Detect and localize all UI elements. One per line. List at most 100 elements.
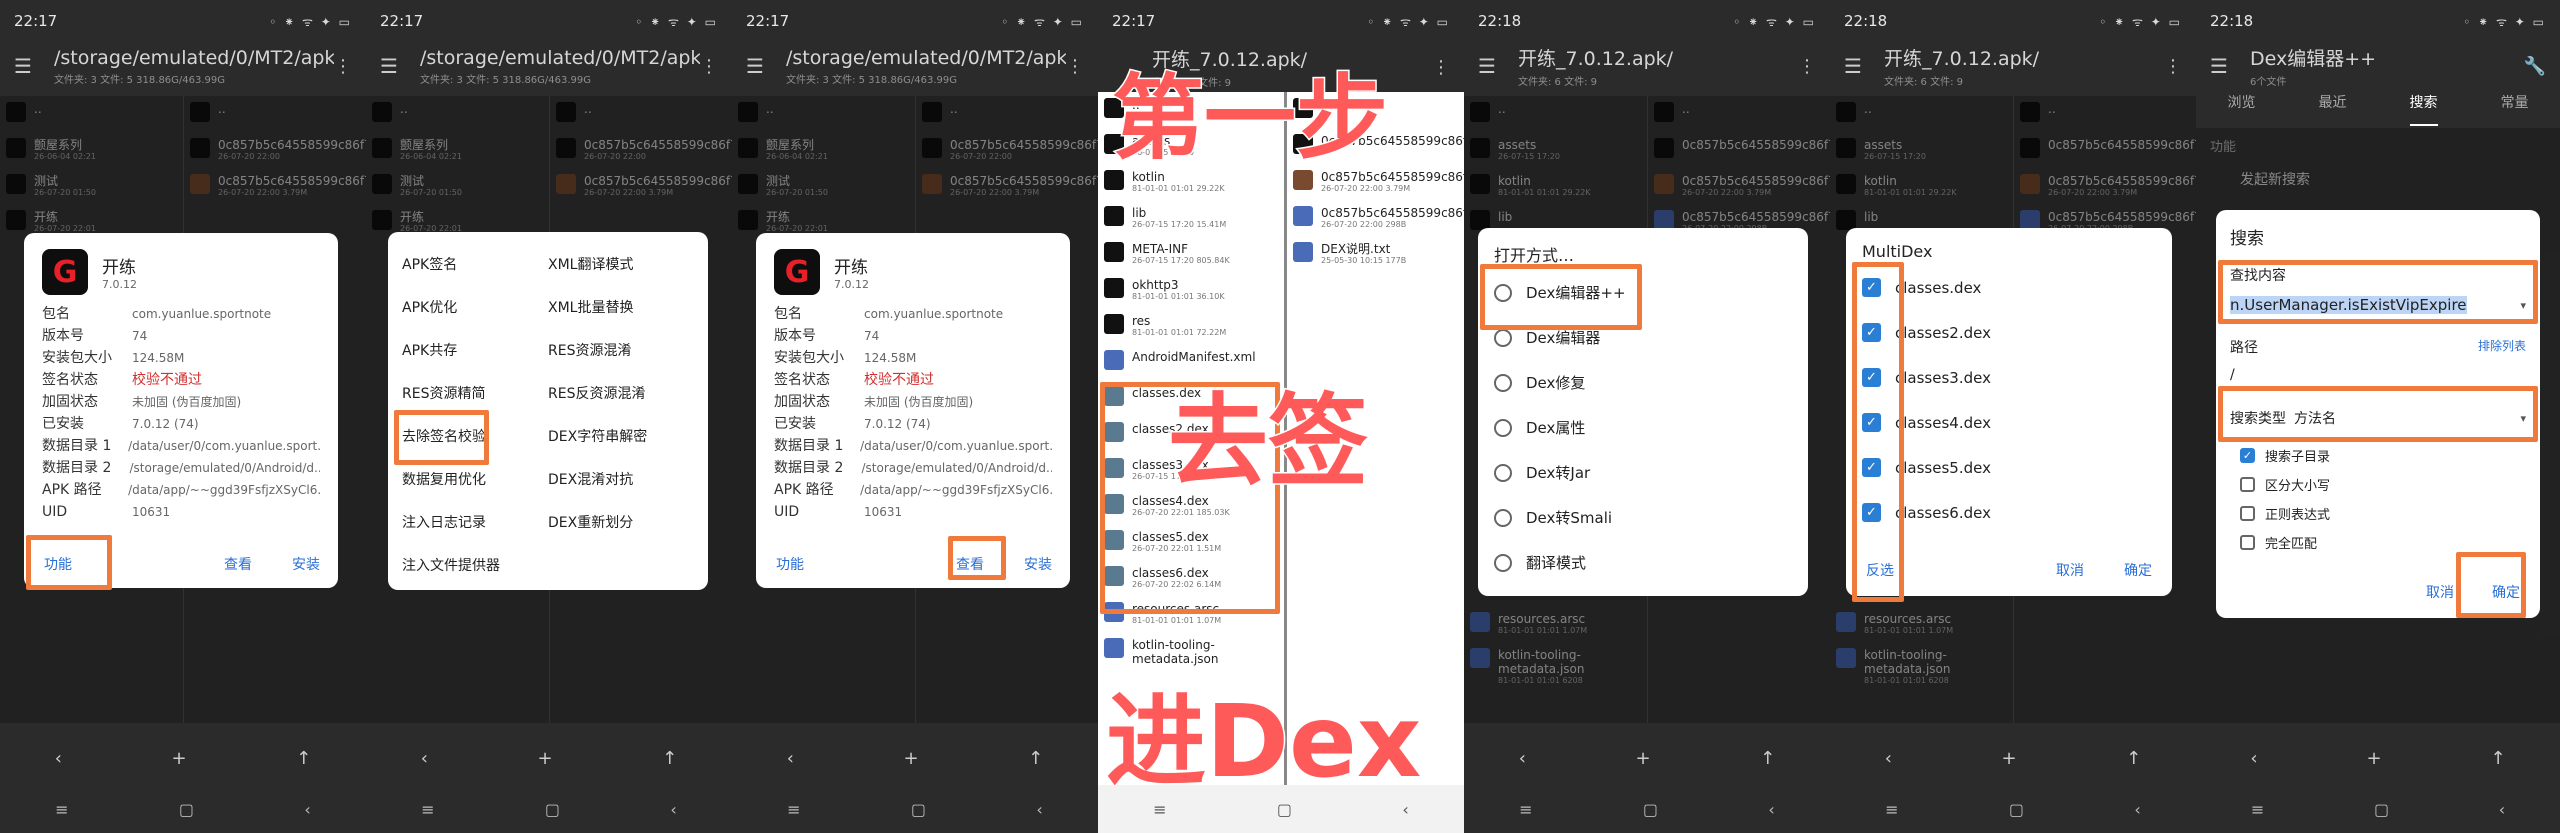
menu-item[interactable]: 注入日志记录 <box>402 500 548 543</box>
menu-item[interactable]: RES资源精简 <box>402 371 548 414</box>
nav-menu-icon[interactable]: ≡ <box>2251 800 2264 819</box>
menu-item[interactable]: 注入文件提供器 <box>402 543 548 586</box>
nav-home-icon[interactable]: ▢ <box>1643 800 1658 819</box>
tab-search[interactable]: 搜索 <box>2409 92 2438 126</box>
dex-item[interactable]: ✓ classes.dex <box>1862 265 2156 310</box>
view-button[interactable]: 查看 <box>224 554 252 574</box>
ok-button[interactable]: 确定 <box>2124 560 2152 580</box>
file-row[interactable]: META-INF 26-07-15 17:20 805.84K <box>1098 236 1284 272</box>
add-icon[interactable]: + <box>904 748 919 769</box>
back-icon[interactable]: ‹ <box>1519 748 1526 769</box>
menu-item[interactable]: XML翻译模式 <box>548 242 694 285</box>
more-icon[interactable]: ⋮ <box>1798 56 1816 77</box>
open-option[interactable]: Dex转Jar <box>1494 450 1792 495</box>
checkbox-icon[interactable] <box>2240 477 2255 492</box>
open-option[interactable]: 翻译模式 <box>1494 540 1792 585</box>
open-option[interactable]: Dex转Smali <box>1494 495 1792 540</box>
up-icon[interactable]: ↑ <box>662 748 677 769</box>
checkbox-icon[interactable] <box>2240 506 2255 521</box>
more-icon[interactable]: ⋮ <box>2164 56 2182 77</box>
nav-menu-icon[interactable]: ≡ <box>1885 800 1898 819</box>
radio-icon[interactable] <box>1494 508 1512 527</box>
file-row[interactable]: lib 26-07-15 17:20 15.41M <box>1098 200 1284 236</box>
install-button[interactable]: 安装 <box>1024 554 1052 574</box>
menu-item[interactable]: APK签名 <box>402 242 548 285</box>
nav-back-icon[interactable]: ‹ <box>2499 800 2505 819</box>
back-icon[interactable]: ‹ <box>787 748 794 769</box>
more-icon[interactable]: ⋮ <box>334 56 352 77</box>
dex-item[interactable]: ✓ classes3.dex <box>1862 355 2156 400</box>
install-button[interactable]: 安装 <box>292 554 320 574</box>
radio-icon[interactable] <box>1494 373 1512 392</box>
more-icon[interactable]: ⋮ <box>1432 57 1450 78</box>
nav-menu-icon[interactable]: ≡ <box>1519 800 1532 819</box>
search-option[interactable]: ✓ 搜索子目录 <box>2230 441 2526 470</box>
add-icon[interactable]: + <box>2366 748 2381 769</box>
dex-item[interactable]: ✓ classes4.dex <box>1862 400 2156 445</box>
file-row[interactable]: 0c857b5c64558599c86f7fec73ba0c1b.txt26-0… <box>1287 200 1464 236</box>
search-option[interactable]: 区分大小写 <box>2230 470 2526 499</box>
menu-icon[interactable]: ☰ <box>1478 54 1500 78</box>
checkbox-icon[interactable]: ✓ <box>2240 448 2255 463</box>
more-icon[interactable]: ⋮ <box>1066 56 1084 77</box>
file-row[interactable]: DEX说明.txt25-05-30 10:15 177B <box>1287 236 1464 272</box>
menu-item[interactable]: APK共存 <box>402 328 548 371</box>
file-row[interactable]: okhttp3 81-01-01 01:01 36.10K <box>1098 272 1284 308</box>
nav-home-icon[interactable]: ▢ <box>911 800 926 819</box>
nav-back-icon[interactable]: ‹ <box>1402 800 1408 819</box>
nav-back-icon[interactable]: ‹ <box>670 800 676 819</box>
menu-icon[interactable]: ☰ <box>380 54 402 78</box>
menu-item[interactable]: RES反资源混淆 <box>548 371 694 414</box>
nav-back-icon[interactable]: ‹ <box>2134 800 2140 819</box>
up-icon[interactable]: ↑ <box>2490 748 2505 769</box>
wrench-icon[interactable]: 🔧 <box>2524 56 2546 77</box>
nav-menu-icon[interactable]: ≡ <box>787 800 800 819</box>
menu-icon[interactable]: ☰ <box>14 54 36 78</box>
add-icon[interactable]: + <box>1636 748 1651 769</box>
nav-back-icon[interactable]: ‹ <box>1768 800 1774 819</box>
dex-item[interactable]: ✓ classes6.dex <box>1862 490 2156 535</box>
nav-home-icon[interactable]: ▢ <box>545 800 560 819</box>
tab-browse[interactable]: 浏览 <box>2228 92 2256 126</box>
menu-item[interactable]: XML批量替换 <box>548 285 694 328</box>
function-button[interactable]: 功能 <box>776 554 804 574</box>
nav-home-icon[interactable]: ▢ <box>1277 800 1292 819</box>
search-option[interactable]: 正则表达式 <box>2230 499 2526 528</box>
add-icon[interactable]: + <box>538 748 553 769</box>
nav-menu-icon[interactable]: ≡ <box>421 800 434 819</box>
menu-icon[interactable]: ☰ <box>2210 54 2232 78</box>
nav-home-icon[interactable]: ▢ <box>179 800 194 819</box>
radio-icon[interactable] <box>1494 463 1512 482</box>
open-option[interactable]: Dex修复 <box>1494 360 1792 405</box>
exclude-list-button[interactable]: 排除列表 <box>2478 337 2526 357</box>
nav-home-icon[interactable]: ▢ <box>2374 800 2389 819</box>
back-icon[interactable]: ‹ <box>2250 748 2257 769</box>
more-icon[interactable]: ⋮ <box>700 56 718 77</box>
cancel-button[interactable]: 取消 <box>2056 560 2084 580</box>
up-icon[interactable]: ↑ <box>1760 748 1775 769</box>
up-icon[interactable]: ↑ <box>2126 748 2141 769</box>
back-icon[interactable]: ‹ <box>421 748 428 769</box>
open-option[interactable]: Dex属性 <box>1494 405 1792 450</box>
radio-icon[interactable] <box>1494 328 1512 347</box>
nav-back-icon[interactable]: ‹ <box>304 800 310 819</box>
menu-icon[interactable]: ☰ <box>1844 54 1866 78</box>
menu-item[interactable]: RES资源混淆 <box>548 328 694 371</box>
nav-back-icon[interactable]: ‹ <box>1036 800 1042 819</box>
nav-home-icon[interactable]: ▢ <box>2009 800 2024 819</box>
menu-item[interactable]: DEX重新划分 <box>548 500 694 543</box>
up-icon[interactable]: ↑ <box>1028 748 1043 769</box>
dex-item[interactable]: ✓ classes2.dex <box>1862 310 2156 355</box>
back-icon[interactable]: ‹ <box>1885 748 1892 769</box>
cancel-button[interactable]: 取消 <box>2426 582 2454 602</box>
nav-menu-icon[interactable]: ≡ <box>1153 800 1166 819</box>
menu-item[interactable]: APK优化 <box>402 285 548 328</box>
nav-menu-icon[interactable]: ≡ <box>55 800 68 819</box>
add-icon[interactable]: + <box>172 748 187 769</box>
menu-item[interactable]: DEX混淆对抗 <box>548 457 694 500</box>
menu-item[interactable]: DEX字符串解密 <box>548 414 694 457</box>
dex-item[interactable]: ✓ classes5.dex <box>1862 445 2156 490</box>
radio-icon[interactable] <box>1494 553 1512 572</box>
add-icon[interactable]: + <box>2002 748 2017 769</box>
up-icon[interactable]: ↑ <box>296 748 311 769</box>
